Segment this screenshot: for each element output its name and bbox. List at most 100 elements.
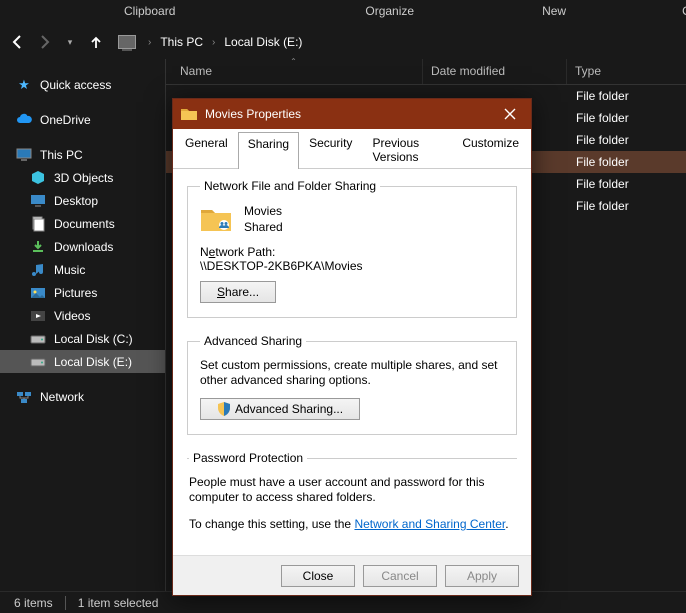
cell-type: File folder (566, 133, 629, 147)
tree-documents[interactable]: Documents (0, 212, 165, 235)
drive-icon (30, 354, 46, 370)
shield-icon (217, 402, 231, 416)
tree-label: Downloads (54, 240, 113, 254)
close-dialog-button[interactable]: Close (281, 565, 355, 587)
tree-label: Local Disk (C:) (54, 332, 133, 346)
tree-videos[interactable]: Videos (0, 304, 165, 327)
tab-general[interactable]: General (175, 131, 238, 168)
network-icon (16, 389, 32, 405)
breadcrumb: › This PC › Local Disk (E:) (118, 33, 303, 51)
tree-label: Videos (54, 309, 90, 323)
tree-this-pc[interactable]: This PC (0, 143, 165, 166)
tree-desktop[interactable]: Desktop (0, 189, 165, 212)
advanced-sharing-button[interactable]: Advanced Sharing... (200, 398, 360, 420)
network-sharing-center-link[interactable]: Network and Sharing Center (354, 517, 505, 531)
shared-folder-state: Shared (244, 219, 283, 235)
tab-strip: General Sharing Security Previous Versio… (173, 129, 531, 169)
tree-network[interactable]: Network (0, 385, 165, 408)
star-icon: ★ (16, 77, 32, 93)
tab-security[interactable]: Security (299, 131, 362, 168)
breadcrumb-this-pc[interactable]: This PC (159, 33, 204, 51)
tree-music[interactable]: Music (0, 258, 165, 281)
share-button[interactable]: Share... (200, 281, 276, 303)
download-icon (30, 239, 46, 255)
cell-type: File folder (566, 89, 629, 103)
cell-type: File folder (566, 177, 629, 191)
forward-button[interactable] (32, 30, 56, 54)
chevron-right-icon[interactable]: › (206, 37, 221, 48)
tab-sharing[interactable]: Sharing (238, 132, 299, 169)
videos-icon (30, 308, 46, 324)
tree-downloads[interactable]: Downloads (0, 235, 165, 258)
network-path-value[interactable]: \\DESKTOP-2KB6PKA\Movies (200, 259, 504, 273)
dialog-title: Movies Properties (205, 107, 489, 121)
back-button[interactable] (6, 30, 30, 54)
fieldset-network-sharing: Network File and Folder Sharing Movies S… (187, 179, 517, 318)
dialog-titlebar[interactable]: Movies Properties (173, 99, 531, 129)
dialog-body: Network File and Folder Sharing Movies S… (173, 169, 531, 567)
col-type[interactable]: Type (566, 59, 686, 84)
status-selected-count: 1 item selected (78, 596, 159, 610)
fieldset-advanced-sharing: Advanced Sharing Set custom permissions,… (187, 334, 517, 435)
recent-dropdown[interactable]: ▾ (58, 30, 82, 54)
ribbon: Clipboard Organize New Open (0, 0, 686, 25)
tree-quick-access[interactable]: ★ Quick access (0, 73, 165, 96)
pc-icon (118, 35, 136, 49)
up-button[interactable] (84, 30, 108, 54)
advanced-sharing-text: Set custom permissions, create multiple … (200, 358, 504, 388)
cell-type: File folder (566, 111, 629, 125)
tree-label: Desktop (54, 194, 98, 208)
cancel-button[interactable]: Cancel (363, 565, 437, 587)
col-name-label: Name (180, 64, 212, 78)
tree-label: Local Disk (E:) (54, 355, 132, 369)
col-date[interactable]: Date modified (422, 59, 566, 84)
legend-advanced-sharing: Advanced Sharing (200, 334, 306, 348)
tree-onedrive[interactable]: OneDrive (0, 108, 165, 131)
pictures-icon (30, 285, 46, 301)
column-headers: Name ⌃ Date modified Type (166, 59, 686, 85)
properties-dialog: Movies Properties General Sharing Securi… (172, 98, 532, 596)
apply-button[interactable]: Apply (445, 565, 519, 587)
tree-label: Pictures (54, 286, 97, 300)
password-protection-text: People must have a user account and pass… (189, 475, 515, 505)
cloud-icon (16, 112, 32, 128)
pc-icon (16, 147, 32, 163)
navbar: ▾ › This PC › Local Disk (E:) (0, 25, 686, 59)
dialog-button-row: Close Cancel Apply (173, 555, 531, 595)
tree-label: Network (40, 390, 84, 404)
nav-tree: ★ Quick access OneDrive This PC 3D Object… (0, 59, 166, 591)
breadcrumb-drive[interactable]: Local Disk (E:) (223, 33, 303, 51)
drive-icon (30, 331, 46, 347)
advanced-sharing-button-label: Advanced Sharing... (235, 402, 343, 416)
shared-folder-name: Movies (244, 203, 283, 219)
tree-label: This PC (40, 148, 83, 162)
documents-icon (30, 216, 46, 232)
close-button[interactable] (489, 99, 531, 129)
cell-type: File folder (566, 155, 629, 169)
shared-folder-icon (200, 205, 232, 233)
tree-label: Documents (54, 217, 115, 231)
sort-asc-icon: ⌃ (290, 57, 297, 66)
col-name[interactable]: Name ⌃ (166, 59, 422, 84)
ribbon-group-organize[interactable]: Organize (353, 0, 426, 25)
ribbon-group-open[interactable]: Open (670, 0, 686, 25)
ribbon-group-clipboard[interactable]: Clipboard (112, 0, 187, 25)
password-protection-change: To change this setting, use the Network … (189, 517, 515, 532)
music-icon (30, 262, 46, 278)
tree-3d-objects[interactable]: 3D Objects (0, 166, 165, 189)
fieldset-password-protection: Password Protection People must have a u… (187, 451, 517, 544)
tab-previous-versions[interactable]: Previous Versions (362, 131, 452, 168)
ribbon-group-new[interactable]: New (530, 0, 578, 25)
divider (65, 596, 66, 610)
tree-e-drive[interactable]: Local Disk (E:) (0, 350, 165, 373)
tab-customize[interactable]: Customize (452, 131, 529, 168)
legend-network-sharing: Network File and Folder Sharing (200, 179, 380, 193)
folder-icon (181, 107, 197, 121)
network-path-label: Network Path: (200, 245, 504, 259)
tree-c-drive[interactable]: Local Disk (C:) (0, 327, 165, 350)
chevron-right-icon[interactable]: › (142, 37, 157, 48)
legend-password-protection: Password Protection (189, 451, 307, 465)
tree-pictures[interactable]: Pictures (0, 281, 165, 304)
cube-icon (30, 170, 46, 186)
tree-label: Quick access (40, 78, 111, 92)
